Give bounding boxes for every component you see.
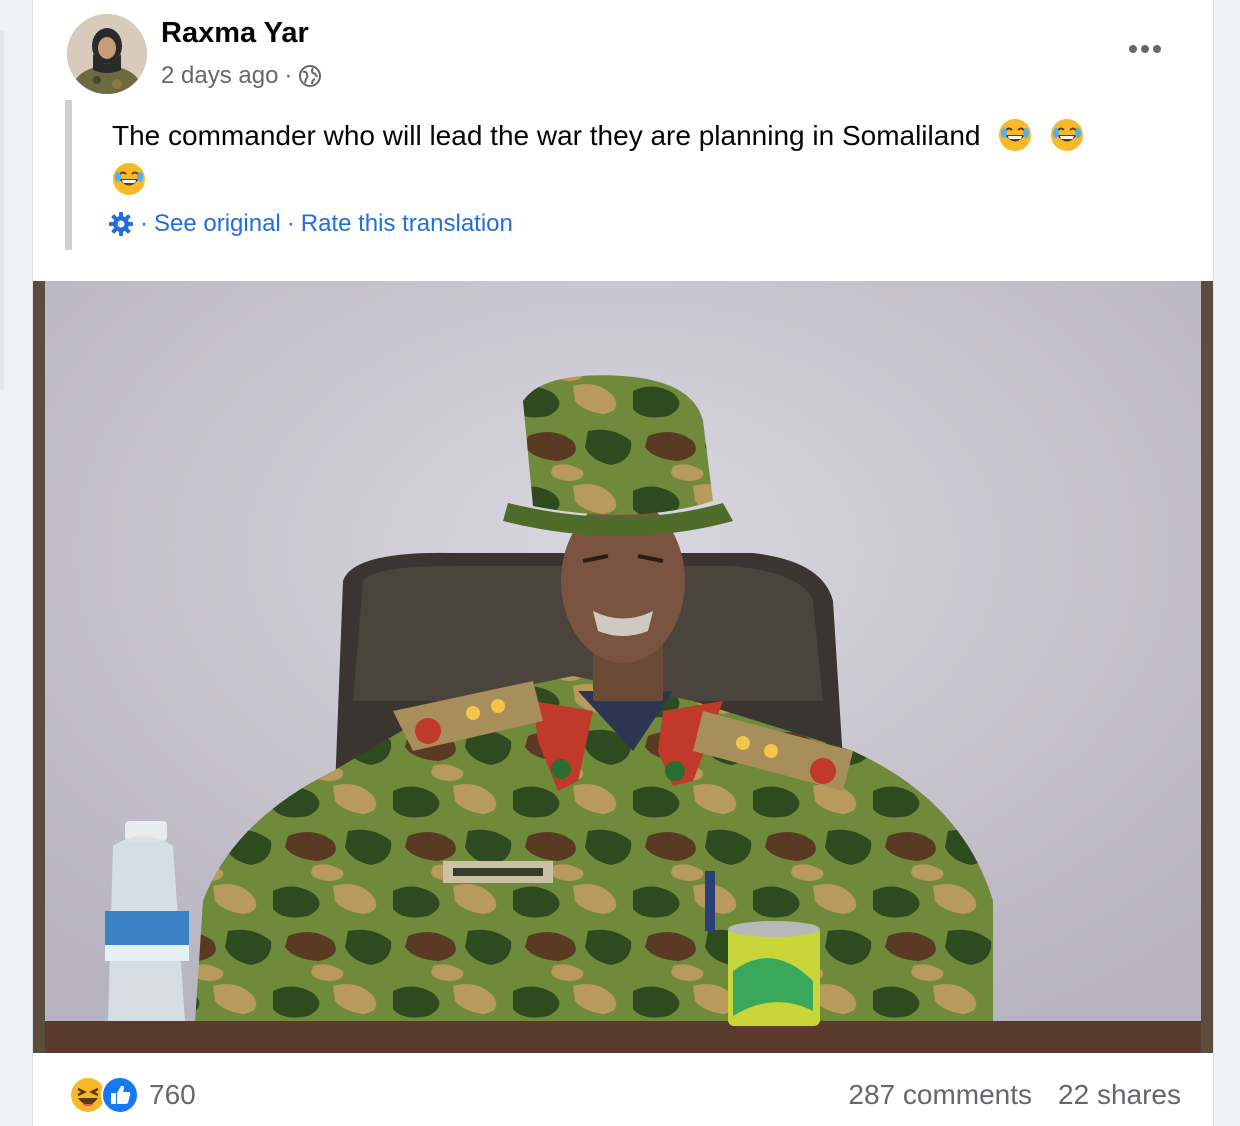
rate-translation-link[interactable]: Rate this translation (301, 210, 513, 238)
comments-count-link[interactable]: 287 comments (848, 1079, 1032, 1111)
laughing-emoji-icon (1050, 118, 1084, 152)
meta-separator: · (284, 62, 293, 89)
page-edge-divider (0, 30, 4, 390)
see-original-link[interactable]: See original (154, 210, 281, 238)
link-separator: · (286, 210, 295, 237)
post-photo[interactable] (33, 281, 1213, 1053)
more-horizontal-icon (1129, 45, 1161, 53)
shares-count-link[interactable]: 22 shares (1058, 1079, 1181, 1111)
post-timestamp[interactable]: 2 days ago (161, 62, 278, 90)
post-text: The commander who will lead the war they… (112, 114, 1132, 202)
like-reaction-icon (101, 1076, 139, 1114)
reaction-count: 760 (149, 1079, 196, 1110)
translated-post-block: The commander who will lead the war they… (65, 100, 1165, 250)
laughing-emoji-icon (112, 162, 146, 196)
globe-icon[interactable] (298, 64, 322, 88)
post-card: Raxma Yar 2 days ago · The commander who… (32, 0, 1214, 1126)
post-footer: 760 287 comments 22 shares (33, 1053, 1213, 1126)
engagement-stats: 287 comments 22 shares (848, 1079, 1181, 1111)
post-body: The commander who will lead the war they… (112, 120, 981, 151)
laughing-emoji-icon (998, 118, 1032, 152)
gear-icon[interactable] (108, 211, 134, 237)
post-meta: 2 days ago · (161, 60, 322, 92)
author-avatar[interactable] (67, 14, 147, 94)
link-separator: · (140, 210, 148, 237)
reaction-summary[interactable]: 760 (69, 1075, 196, 1115)
translation-links: · See original · Rate this translation (108, 208, 513, 240)
author-name[interactable]: Raxma Yar (161, 17, 309, 50)
post-options-button[interactable] (1125, 34, 1165, 64)
